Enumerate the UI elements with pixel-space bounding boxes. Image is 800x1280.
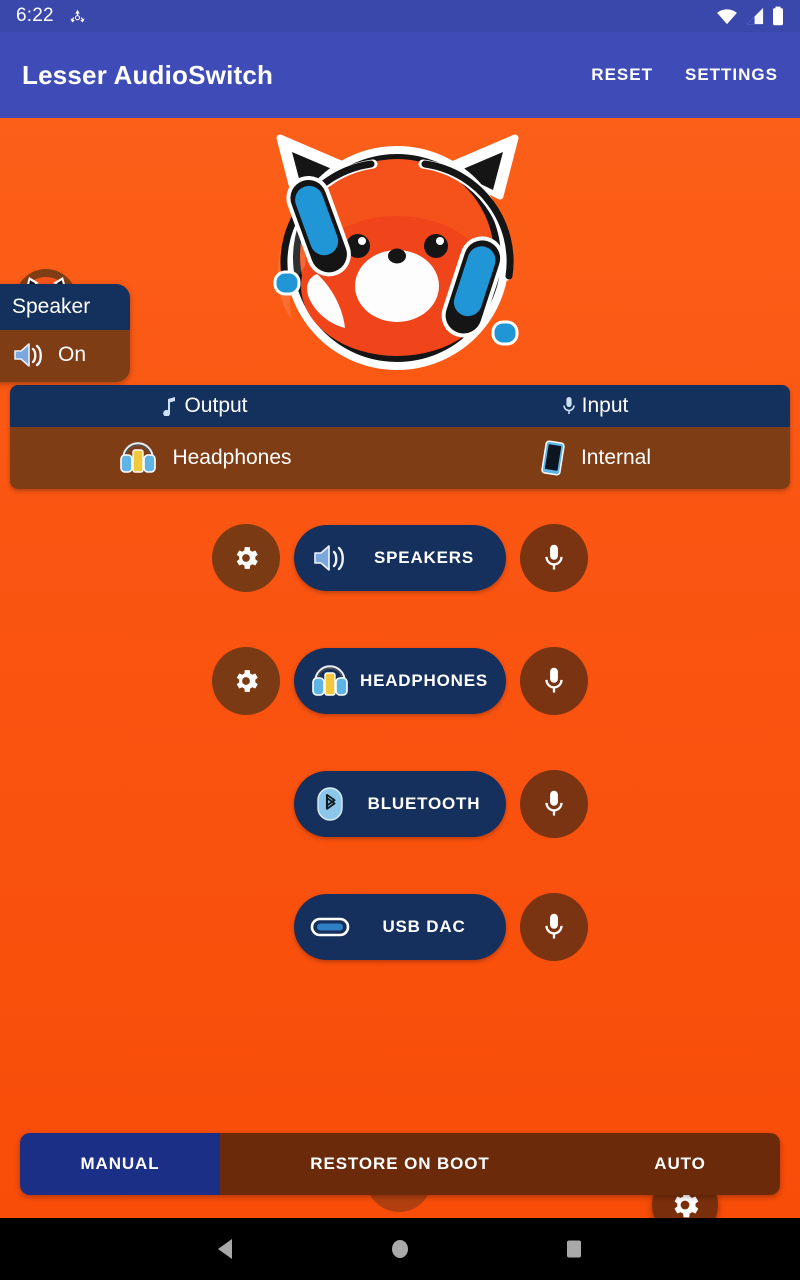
input-header: Input [400,385,790,427]
bluetooth-settings-placeholder [212,770,280,838]
microphone-icon [545,913,563,939]
device-row-speakers: SPEAKERS [0,518,800,598]
cellular-signal-icon [746,7,764,25]
input-value-row: Internal [400,427,790,489]
speakers-settings-button[interactable] [212,524,280,592]
mascot-logo-icon [273,134,519,370]
device-button-speakers[interactable]: SPEAKERS [294,525,506,591]
android-navigation-bar [0,1218,800,1280]
usb-c-icon [308,915,352,939]
output-value-label: Headphones [172,446,292,469]
device-label-headphones: HEADPHONES [360,671,488,690]
status-system-icons [716,6,784,26]
io-status-card: Output Input Headphones Internal [10,385,790,489]
speaker-icon [308,542,352,574]
page-title: Lesser AudioSwitch [22,59,274,90]
device-row-bluetooth: BLUETOOTH [0,764,800,844]
microphone-icon [562,397,575,414]
bluetooth-icon [308,786,352,822]
microphone-icon [545,667,563,693]
input-value-label: Internal [580,446,652,469]
main-content: Speaker On Output Input Headphones Inter… [0,118,800,1218]
battery-icon [773,6,783,26]
device-list: SPEAKERS HEADPHONES BLUETOOTH USB DAC [0,518,800,1010]
tab-auto[interactable]: AUTO [580,1133,780,1195]
recents-square-icon [567,1240,581,1258]
device-label-bluetooth: BLUETOOTH [367,794,481,813]
output-header-label: Output [184,394,248,417]
speaker-panel-title: Speaker [0,284,130,330]
headphones-settings-button[interactable] [212,647,280,715]
nav-home-button[interactable] [383,1232,417,1266]
device-button-usb-dac[interactable]: USB DAC [294,894,506,960]
device-button-headphones[interactable]: HEADPHONES [294,648,506,714]
tab-manual[interactable]: MANUAL [20,1133,220,1195]
home-circle-icon [392,1240,408,1258]
output-header: Output [10,385,400,427]
nav-back-button[interactable] [209,1232,243,1266]
app-bar: Lesser AudioSwitch RESET SETTINGS [0,32,800,118]
device-row-headphones: HEADPHONES [0,641,800,721]
gear-icon [236,670,258,692]
device-label-usb-dac: USB DAC [382,917,466,936]
app-bar-actions: RESET SETTINGS [591,65,778,85]
speakers-mic-button[interactable] [520,524,588,592]
back-triangle-icon [218,1239,232,1259]
speaker-status-panel[interactable]: Speaker On [0,284,130,382]
io-card-header: Output Input [10,385,790,427]
recycle-icon [70,9,85,22]
speaker-panel-body: On [0,330,130,382]
gear-icon [236,547,258,569]
usb-dac-settings-placeholder [212,893,280,961]
device-row-usb-dac: USB DAC [0,887,800,967]
status-bar: 6:22 [0,0,800,32]
microphone-icon [545,790,563,816]
music-note-icon [163,397,176,416]
wifi-icon [717,9,737,25]
output-value-row: Headphones [10,427,400,489]
phone-screen: 6:22 Lesser AudioSwitch RESET SETTINGS S… [0,0,800,1280]
device-label-speakers: SPEAKERS [374,548,474,567]
speaker-state-label: On [58,343,87,366]
speaker-icon [14,343,42,367]
bluetooth-mic-button[interactable] [520,770,588,838]
reset-button[interactable]: RESET [591,65,653,85]
status-notification-icons [68,7,87,26]
io-card-body: Headphones Internal [10,427,790,489]
headphones-icon [120,442,157,473]
input-header-label: Input [581,394,629,417]
microphone-icon [545,544,563,570]
status-clock: 6:22 [16,5,54,26]
mode-tab-bar: MANUAL RESTORE ON BOOT AUTO [20,1133,780,1195]
phone-icon [541,440,565,476]
settings-button[interactable]: SETTINGS [685,65,778,85]
headphones-icon [308,664,352,698]
usb-dac-mic-button[interactable] [520,893,588,961]
device-button-bluetooth[interactable]: BLUETOOTH [294,771,506,837]
tab-restore-on-boot[interactable]: RESTORE ON BOOT [220,1133,580,1195]
nav-recents-button[interactable] [557,1232,591,1266]
headphones-mic-button[interactable] [520,647,588,715]
